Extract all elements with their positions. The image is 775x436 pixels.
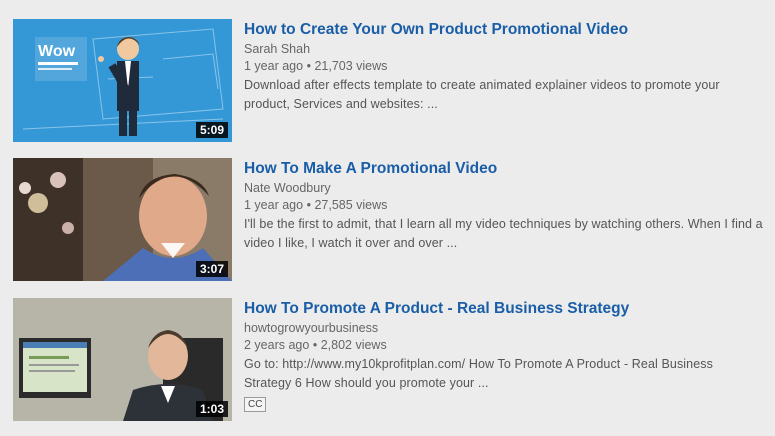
video-description: I'll be the first to admit, that I learn… [244, 217, 763, 250]
channel-name[interactable]: howtogrowyourbusiness [244, 320, 763, 337]
upload-age: 2 years ago [244, 338, 310, 352]
closed-captions-badge: CC [244, 397, 267, 412]
video-title[interactable]: How To Make A Promotional Video [244, 159, 763, 178]
meta-separator: • [306, 59, 311, 73]
video-title[interactable]: How To Promote A Product - Real Business… [244, 299, 763, 318]
video-result: 1:03 How To Promote A Product - Real Bus… [13, 298, 763, 424]
channel-name[interactable]: Nate Woodbury [244, 180, 763, 197]
video-duration: 1:03 [195, 401, 228, 417]
meta-separator: • [306, 198, 311, 212]
meta-separator: • [312, 338, 318, 352]
view-count: 27,585 views [314, 198, 388, 212]
video-result: Wow 5:09 How to Create Your Own Product … [13, 19, 763, 145]
video-result: 3:07 How To Make A Promotional Video Nat… [13, 158, 763, 284]
video-description: Download after effects template to creat… [244, 78, 720, 111]
video-thumbnail[interactable]: 3:07 [13, 158, 232, 281]
video-description: Go to: http://www.my10kprofitplan.com/ H… [244, 357, 713, 390]
channel-name[interactable]: Sarah Shah [244, 41, 763, 58]
video-meta: 1 year ago • 27,585 views [244, 197, 763, 214]
video-info: How to Create Your Own Product Promotion… [244, 19, 763, 114]
video-duration: 5:09 [195, 122, 228, 138]
view-count: 2,802 views [320, 338, 387, 352]
upload-age: 1 year ago [244, 198, 304, 212]
video-duration: 3:07 [195, 261, 228, 277]
view-count: 21,703 views [314, 59, 388, 73]
video-thumbnail[interactable]: Wow 5:09 [13, 19, 232, 142]
video-info: How To Make A Promotional Video Nate Woo… [244, 158, 763, 253]
svg-text:Wow: Wow [38, 43, 76, 60]
video-title[interactable]: How to Create Your Own Product Promotion… [244, 20, 763, 39]
video-info: How To Promote A Product - Real Business… [244, 298, 763, 412]
upload-age: 1 year ago [244, 59, 304, 73]
video-thumbnail[interactable]: 1:03 [13, 298, 232, 421]
video-meta: 1 year ago • 21,703 views [244, 58, 763, 75]
video-meta: 2 years ago • 2,802 views [244, 337, 763, 354]
